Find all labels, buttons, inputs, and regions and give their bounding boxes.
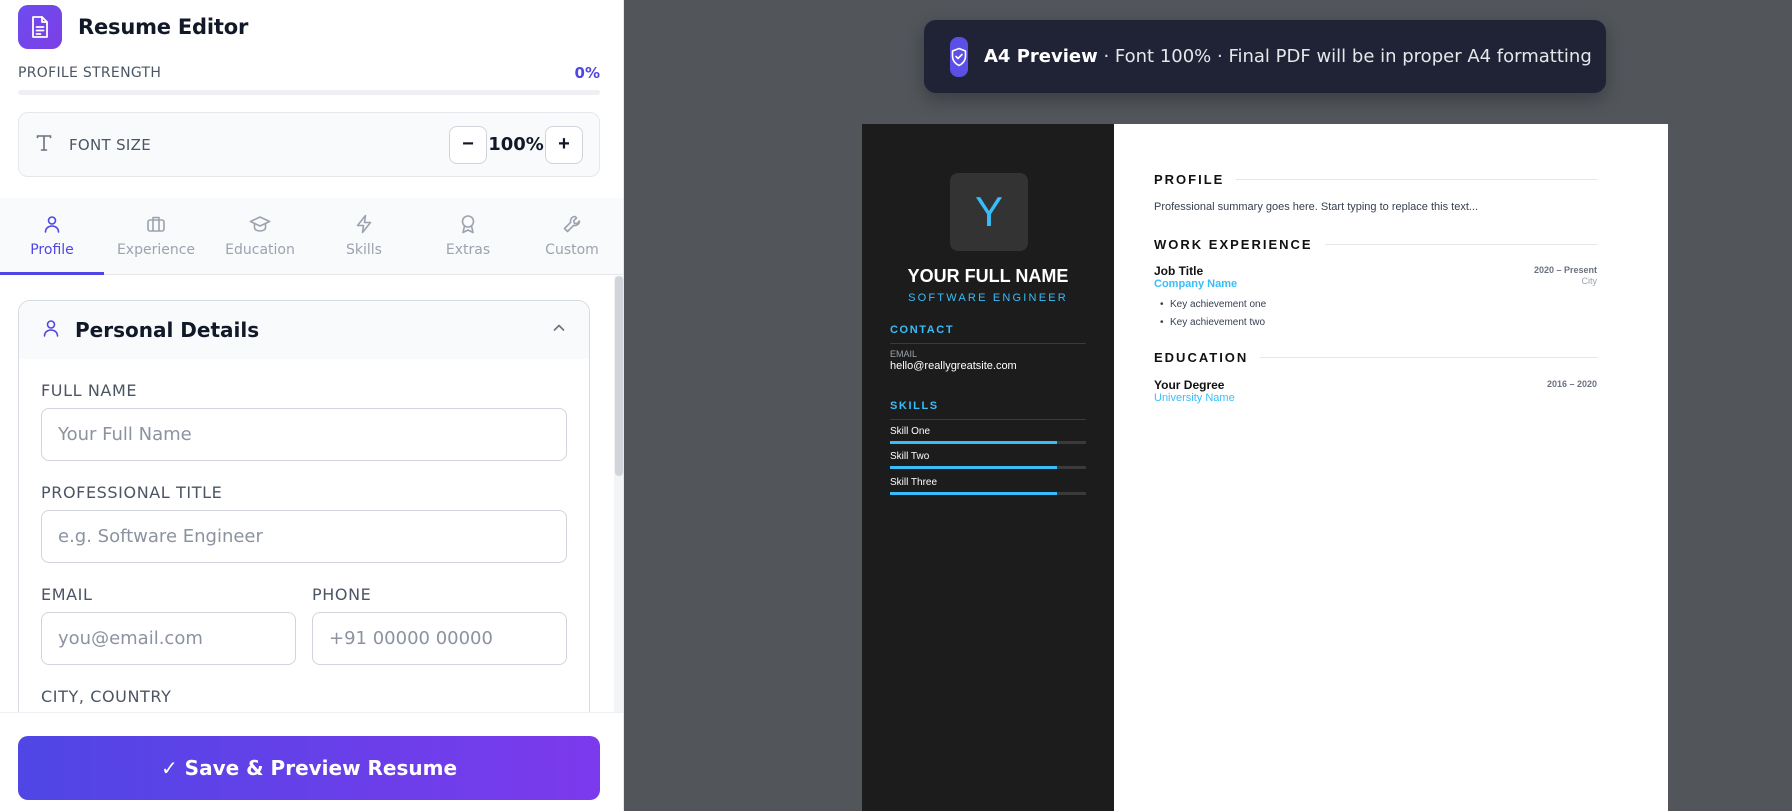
editor-panel: Resume Editor PROFILE STRENGTH 0% FONT S… [0,0,624,811]
full-name-input[interactable] [41,408,567,461]
skill-name: Skill Two [890,451,930,462]
degree: Your Degree [1154,378,1225,392]
job-title: Job Title [1154,264,1204,278]
skill-item: Skill One [890,426,1086,444]
font-size-control: FONT SIZE − 100% + [18,112,600,177]
banner-text: A4 Preview · Font 100% · Final PDF will … [984,46,1592,67]
preview-panel: A4 Preview · Font 100% · Final PDF will … [624,0,1792,811]
tab-skills[interactable]: Skills [312,198,416,274]
wrench-icon [562,214,582,238]
personal-details-form: FULL NAME PROFESSIONAL TITLE EMAIL PHONE… [19,381,589,712]
contact-row: EMAIL PHONE [41,563,567,665]
skill-bar-fill [890,492,1057,495]
education-heading: EDUCATION [1154,350,1598,365]
avatar: Y [950,173,1028,251]
chevron-up-icon[interactable] [551,320,567,340]
font-size-label: FONT SIZE [69,135,151,154]
tab-label: Education [225,242,295,258]
company-name: Company Name [1154,278,1238,290]
profile-summary: Professional summary goes here. Start ty… [1154,201,1479,213]
form-scrollbar[interactable] [614,276,623,712]
professional-title-input[interactable] [41,510,567,563]
form-scroll-area: Personal Details FULL NAME PROFESSIONAL … [0,276,623,712]
font-size-value: 100% [488,134,544,155]
skill-item: Skill Two [890,451,1086,469]
phone-column: PHONE [312,563,567,665]
job-bullet: Key achievement two [1160,317,1265,328]
email-value: hello@reallygreatsite.com [890,360,1017,372]
profile-strength-value: 0% [574,64,600,82]
section-tabs: Profile Experience Education Skills Extr… [0,198,623,275]
skills-heading: SKILLS [890,400,1086,420]
skill-bar [890,492,1086,495]
document-icon [18,5,62,49]
tab-label: Experience [116,242,196,258]
personal-details-header[interactable]: Personal Details [19,301,589,359]
tab-extras[interactable]: Extras [416,198,520,274]
email-input[interactable] [41,612,296,665]
form-scrollbar-thumb[interactable] [615,276,623,476]
font-decrease-button[interactable]: − [449,125,487,164]
tab-label: Extras [445,242,491,258]
job-city: City [1581,276,1598,286]
phone-label: PHONE [312,585,372,604]
contact-heading: CONTACT [890,324,1086,344]
tab-experience[interactable]: Experience [104,198,208,274]
email-label: EMAIL [41,585,93,604]
tab-label: Skills [346,242,382,258]
skill-bar-fill [890,441,1057,444]
resume-name: YOUR FULL NAME [907,266,1069,286]
full-name-label: FULL NAME [41,381,138,400]
work-experience-heading: WORK EXPERIENCE [1154,237,1598,252]
profile-strength: PROFILE STRENGTH 0% [18,64,600,82]
save-preview-button[interactable]: ✓ Save & Preview Resume [18,736,600,800]
app-title: Resume Editor [78,15,249,39]
email-column: EMAIL [41,563,296,665]
professional-title-label: PROFESSIONAL TITLE [41,483,223,502]
text-type-icon [35,134,53,156]
banner-strong: A4 Preview [984,46,1098,67]
skill-item: Skill Three [890,477,1086,495]
briefcase-icon [146,214,166,238]
skill-bar-fill [890,466,1057,469]
profile-heading: PROFILE [1154,172,1598,187]
personal-details-section: Personal Details FULL NAME PROFESSIONAL … [18,300,590,712]
tab-label: Custom [545,242,599,258]
education-dates: 2016 – 2020 [1546,379,1597,389]
font-increase-button[interactable]: + [545,125,583,164]
graduation-cap-icon [249,214,271,238]
tab-profile[interactable]: Profile [0,198,104,275]
editor-header: Resume Editor [18,4,248,50]
email-label: EMAIL [890,349,918,359]
skill-name: Skill Three [890,477,938,488]
resume-sidebar: Y YOUR FULL NAME SOFTWARE ENGINEER CONTA… [862,124,1114,811]
job-bullet: Key achievement one [1160,299,1266,310]
tab-education[interactable]: Education [208,198,312,274]
award-icon [458,214,478,238]
tab-label: Profile [30,242,74,258]
user-icon [41,318,61,342]
resume-page: Y YOUR FULL NAME SOFTWARE ENGINEER CONTA… [862,124,1668,811]
profile-strength-label: PROFILE STRENGTH [18,65,162,81]
phone-input[interactable] [312,612,567,665]
skill-bar [890,466,1086,469]
editor-footer: ✓ Save & Preview Resume [0,712,623,811]
profile-strength-bar [18,90,600,95]
lightning-icon [354,214,374,238]
user-icon [42,214,62,238]
tab-custom[interactable]: Custom [520,198,623,274]
job-dates: 2020 – Present [1533,265,1597,275]
resume-title: SOFTWARE ENGINEER [908,292,1068,304]
skill-bar [890,441,1086,444]
shield-check-icon [950,36,968,77]
resume-main: PROFILE Professional summary goes here. … [1114,124,1668,811]
university-name: University Name [1154,392,1235,404]
a4-preview-banner: A4 Preview · Font 100% · Final PDF will … [924,20,1606,93]
skill-name: Skill One [890,426,931,437]
section-title: Personal Details [75,318,260,342]
city-country-label: CITY, COUNTRY [41,687,172,706]
banner-rest: · Font 100% · Final PDF will be in prope… [1097,46,1592,67]
